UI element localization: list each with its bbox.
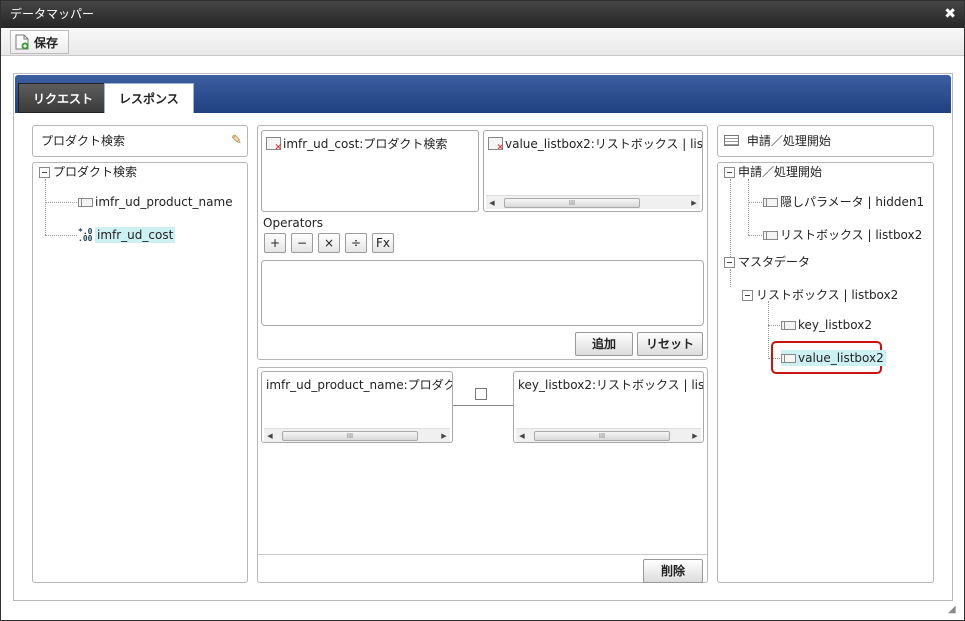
left-panel-header: プロダクト検索 ✎ — [32, 125, 248, 157]
tree-line — [748, 202, 762, 203]
tree-node-label: imfr_ud_product_name — [95, 195, 233, 209]
data-mapper-window: データマッパー ✖ 保存 リクエスト レスポンス プロダクト検索 ✎ プロダクト… — [0, 0, 965, 621]
operator-function-button[interactable]: Fx — [372, 233, 394, 253]
tree-node-hidden1[interactable]: 隠しパラメータ | hidden1 — [763, 194, 924, 210]
save-file-icon — [15, 34, 29, 50]
formula-textarea[interactable] — [261, 260, 704, 326]
delete-button[interactable]: 削除 — [643, 559, 703, 583]
tree-node-cost[interactable]: *.0.00 imfr_ud_cost — [78, 227, 176, 243]
tree-line — [748, 179, 749, 235]
mapping-target-box[interactable]: key_listbox2:リストボックス | listbox2 ◀ III ▶ — [513, 371, 704, 443]
source-field-label: imfr_ud_cost:プロダクト検索 — [283, 137, 448, 151]
tree-node-key-listbox2[interactable]: key_listbox2 — [781, 317, 872, 333]
tree-node-label: リストボックス | listbox2 — [756, 288, 899, 302]
tree-node-product-search[interactable]: プロダクト検索 — [39, 164, 137, 180]
collapse-icon[interactable] — [724, 256, 735, 268]
scroll-left-icon[interactable]: ◀ — [516, 429, 528, 442]
toolbar: 保存 — [1, 28, 964, 56]
right-panel-header: 申請／処理開始 — [717, 125, 934, 157]
scroll-left-icon[interactable]: ◀ — [264, 429, 276, 442]
mapping-source-label: imfr_ud_product_name:プロダクト検索 — [266, 378, 452, 392]
right-panel-title: 申請／処理開始 — [746, 134, 831, 148]
tree-line — [768, 325, 780, 326]
tree-line — [768, 301, 769, 359]
field-error-icon — [488, 137, 504, 153]
mapping-select-checkbox[interactable] — [475, 388, 487, 400]
scroll-right-icon[interactable]: ▶ — [438, 429, 450, 442]
mapping-target-label: key_listbox2:リストボックス | listbox2 — [518, 378, 704, 392]
tab-strip: リクエスト レスポンス — [15, 75, 951, 113]
number-field-icon: *.0.00 — [78, 227, 93, 243]
mapping-target: key_listbox2:リストボックス | listbox2 — [518, 376, 704, 393]
tree-line — [45, 202, 77, 203]
tree-node-label: 申請／処理開始 — [738, 165, 823, 179]
tree-line — [730, 269, 731, 287]
selected-node: value_listbox2 — [781, 350, 886, 366]
tree-line — [45, 179, 46, 235]
tab-request[interactable]: リクエスト — [18, 83, 109, 113]
field-icon — [763, 197, 778, 207]
tab-response[interactable]: レスポンス — [104, 83, 194, 113]
operator-minus-button[interactable]: − — [291, 233, 313, 253]
save-label: 保存 — [34, 35, 59, 50]
scroll-right-icon[interactable]: ▶ — [689, 429, 701, 442]
operators-label: Operators — [263, 216, 323, 230]
window-title: データマッパー — [10, 7, 95, 21]
tree-node-label: value_listbox2 — [798, 351, 884, 365]
scroll-thumb[interactable]: III — [534, 431, 670, 441]
add-button[interactable]: 追加 — [575, 332, 633, 356]
operator-divide-button[interactable]: ÷ — [345, 233, 367, 253]
resize-grip-icon[interactable]: ◢ — [948, 604, 960, 616]
tree-line — [45, 235, 77, 236]
scroll-thumb[interactable]: III — [282, 431, 418, 441]
left-tree-panel — [32, 162, 248, 583]
source-field-box[interactable]: imfr_ud_cost:プロダクト検索 — [261, 130, 479, 212]
operator-plus-button[interactable]: + — [264, 233, 286, 253]
field-error-icon — [266, 137, 282, 153]
operator-multiply-button[interactable]: × — [318, 233, 340, 253]
field-icon — [763, 230, 778, 240]
tree-node-label: プロダクト検索 — [53, 165, 138, 179]
horizontal-scrollbar[interactable]: ◀ III ▶ — [516, 428, 701, 442]
left-panel-title: プロダクト検索 — [41, 134, 126, 148]
tree-node-application-start[interactable]: 申請／処理開始 — [724, 164, 822, 180]
tree-line — [730, 179, 731, 263]
field-icon — [78, 197, 93, 207]
target-field-box[interactable]: value_listbox2:リストボックス | listbox2 ◀ III … — [483, 130, 703, 212]
source-field: imfr_ud_cost:プロダクト検索 — [266, 135, 448, 153]
scroll-thumb[interactable]: III — [504, 198, 640, 208]
horizontal-scrollbar[interactable]: ◀ III ▶ — [264, 428, 450, 442]
tree-node-label: 隠しパラメータ | hidden1 — [780, 195, 925, 209]
reset-button[interactable]: リセット — [637, 332, 703, 356]
mapping-source: imfr_ud_product_name:プロダクト検索 — [266, 376, 452, 393]
horizontal-scrollbar[interactable]: ◀ III ▶ — [486, 195, 700, 209]
tree-node-master-data[interactable]: マスタデータ — [724, 254, 810, 270]
tree-node-master-listbox2[interactable]: リストボックス | listbox2 — [742, 287, 898, 303]
tree-node-label: マスタデータ — [738, 255, 811, 269]
divider — [258, 554, 707, 555]
close-icon[interactable]: ✖ — [944, 1, 956, 28]
mapping-source-box[interactable]: imfr_ud_product_name:プロダクト検索 ◀ III ▶ — [261, 371, 453, 443]
target-field-label: value_listbox2:リストボックス | listbox2 — [505, 137, 703, 151]
edit-wand-icon[interactable]: ✎ — [231, 126, 242, 156]
title-bar: データマッパー ✖ — [1, 1, 964, 28]
tree-node-label: key_listbox2 — [798, 318, 872, 332]
field-icon — [781, 320, 796, 330]
scroll-left-icon[interactable]: ◀ — [486, 196, 498, 210]
tree-line — [748, 235, 762, 236]
save-button[interactable]: 保存 — [10, 30, 70, 54]
collapse-icon[interactable] — [724, 166, 735, 178]
tree-node-product-name[interactable]: imfr_ud_product_name — [78, 194, 233, 210]
form-icon — [724, 135, 739, 146]
scroll-right-icon[interactable]: ▶ — [688, 196, 700, 210]
tree-node-value-listbox2[interactable]: value_listbox2 — [781, 350, 886, 366]
field-icon — [781, 353, 796, 363]
collapse-icon[interactable] — [742, 289, 753, 301]
mapping-connector — [453, 405, 514, 406]
target-field: value_listbox2:リストボックス | listbox2 — [488, 135, 703, 153]
tree-node-listbox2[interactable]: リストボックス | listbox2 — [763, 227, 922, 243]
tree-node-label: imfr_ud_cost — [95, 227, 176, 243]
collapse-icon[interactable] — [39, 166, 50, 178]
tree-node-label: リストボックス | listbox2 — [780, 228, 923, 242]
